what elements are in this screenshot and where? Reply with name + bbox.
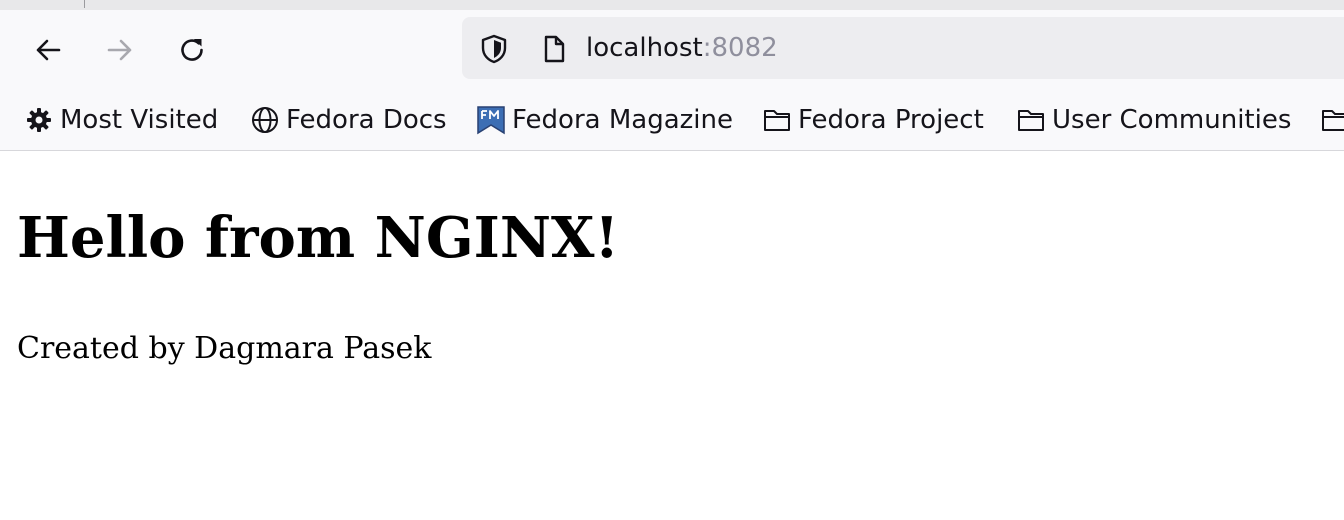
tab-strip (0, 0, 1344, 10)
page-byline: Created by Dagmara Pasek (17, 331, 432, 366)
url-bar[interactable]: localhost:8082 (462, 17, 1344, 79)
bookmark-folder-user-communities[interactable]: User Communities (1016, 102, 1291, 138)
folder-icon (762, 105, 792, 135)
page-icon (538, 33, 570, 70)
globe-icon (250, 105, 280, 135)
tab-separator (84, 0, 85, 8)
bookmark-label: Fedora Docs (286, 105, 447, 135)
bookmarks-toolbar: Most Visited Fedora Docs Fedora Magazine (0, 90, 1344, 151)
arrow-left-icon (32, 34, 64, 66)
forward-button[interactable] (96, 26, 144, 74)
folder-icon (1320, 105, 1344, 135)
shield-icon[interactable] (478, 33, 510, 70)
url-host: localhost (586, 33, 703, 63)
bookmark-label: Fedora Magazine (512, 105, 733, 135)
reload-button[interactable] (168, 26, 216, 74)
navigation-toolbar: localhost:8082 (0, 10, 1344, 90)
bookmark-label: User Communities (1052, 105, 1292, 135)
bookmark-folder-overflow[interactable] (1320, 102, 1344, 138)
bookmark-fedora-magazine[interactable]: Fedora Magazine (476, 102, 733, 138)
gear-icon (24, 105, 54, 135)
page-heading: Hello from NGINX! (17, 205, 620, 271)
bookmark-folder-fedora-project[interactable]: Fedora Project (762, 102, 984, 138)
bookmark-label: Most Visited (60, 105, 219, 135)
bookmark-fedora-docs[interactable]: Fedora Docs (250, 102, 447, 138)
back-button[interactable] (24, 26, 72, 74)
bookmark-most-visited[interactable]: Most Visited (24, 102, 218, 138)
fedora-magazine-icon (476, 105, 506, 135)
folder-icon (1016, 105, 1046, 135)
reload-icon (176, 34, 208, 66)
url-port: :8082 (702, 33, 778, 63)
bookmark-label: Fedora Project (798, 105, 984, 135)
arrow-right-icon (104, 34, 136, 66)
url-text[interactable]: localhost:8082 (586, 31, 778, 65)
